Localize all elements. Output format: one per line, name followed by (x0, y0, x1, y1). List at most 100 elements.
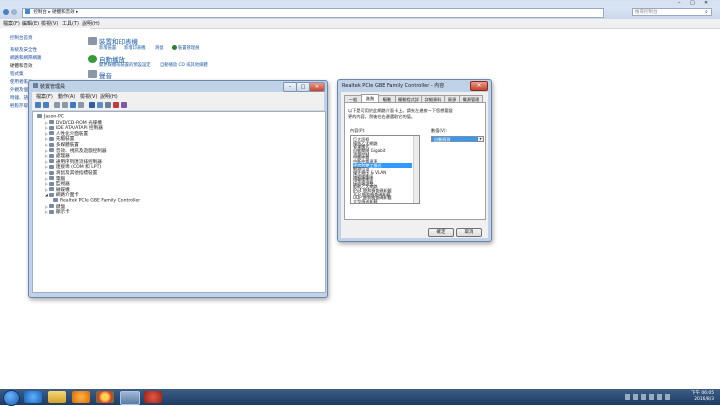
property-item[interactable]: 大型傳送卸載 (353, 199, 412, 203)
menu-edit[interactable]: 編輯(E) (22, 20, 39, 27)
link-add-device[interactable]: 新增裝置 (99, 45, 116, 51)
scan-hardware-icon[interactable] (97, 102, 103, 108)
breadcrumb-item[interactable]: 硬體和音效 (52, 10, 75, 15)
list-icon[interactable] (78, 102, 84, 108)
view-icon[interactable] (62, 102, 68, 108)
start-button[interactable] (3, 390, 20, 406)
sidebar-item-system[interactable]: 系統及安全性 (10, 47, 37, 53)
sidebar-item-programs[interactable]: 程式集 (10, 71, 24, 77)
breadcrumb-item[interactable]: 控制台 (33, 10, 47, 15)
close-button[interactable]: ✕ (470, 81, 488, 91)
control-panel-icon (25, 9, 30, 14)
device-icon (48, 164, 54, 169)
media-player-icon[interactable] (72, 391, 90, 403)
section-title-sound[interactable]: 聲音 (99, 70, 112, 80)
value-dropdown[interactable]: 自動偵測 ▾ (431, 136, 484, 142)
properties-dialog: Realtek PCIe GBE Family Controller - 內容 … (337, 79, 492, 242)
device-manager-window: 裝置管理員 – □ ✕ 檔案(F) 動作(A) 檢視(V) 說明(H) Jaso… (28, 80, 328, 298)
back-icon[interactable] (35, 102, 41, 108)
link-autoplay-defaults[interactable]: 變更媒體或裝置的預設設定 (99, 62, 151, 68)
maximize-button[interactable]: □ (296, 82, 310, 92)
toolbar (32, 100, 324, 111)
chevron-down-icon[interactable]: ▾ (478, 137, 483, 141)
forward-icon[interactable] (43, 102, 49, 108)
device-icon (48, 125, 54, 130)
sidebar-item-home[interactable]: 控制台首頁 (10, 35, 33, 41)
tree-item-label: 顯示卡 (55, 210, 70, 216)
dialog-title: Realtek PCIe GBE Family Controller - 內容 (342, 83, 445, 89)
back-icon[interactable] (3, 9, 9, 15)
cancel-button[interactable]: 取消 (456, 228, 482, 237)
uninstall-icon[interactable] (113, 102, 119, 108)
disable-icon[interactable] (105, 102, 111, 108)
device-tree: Jason-PC ▷ DVD/CD-ROM 光碟機 ▷ IDE ATA/ATAPI … (32, 111, 326, 293)
menu-file[interactable]: 檔案(F) (36, 93, 53, 100)
device-icon (48, 142, 54, 147)
property-label: 內容(P): (350, 128, 366, 133)
sidebar-item-ease[interactable]: 輕鬆存取 (10, 103, 28, 109)
chrome-icon[interactable] (96, 391, 114, 403)
scrollbar[interactable] (413, 136, 419, 203)
device-icon (48, 170, 54, 175)
menu-file[interactable]: 檔案(F) (3, 20, 20, 27)
enable-icon[interactable] (121, 102, 127, 108)
update-driver-icon[interactable] (89, 102, 95, 108)
device-icon (48, 148, 54, 153)
close-button[interactable]: ✕ (704, 0, 718, 6)
close-button[interactable]: ✕ (309, 82, 325, 92)
speaker-icon (88, 70, 97, 78)
menu-bar: 檔案(F) 編輯(E) 檢視(V) 工具(T) 說明(H) (0, 19, 720, 29)
menu-view[interactable]: 檢視(V) (41, 20, 58, 27)
minimize-button[interactable]: – (283, 82, 297, 92)
device-icon (48, 181, 54, 186)
clock[interactable]: 下午 06:05 2016/8/3 (691, 391, 714, 403)
menu-view[interactable]: 檢視(V) (80, 93, 97, 100)
link-add-printer[interactable]: 新增印表機 (124, 45, 145, 51)
device-icon (48, 204, 54, 209)
search-icon[interactable]: ⌕ (705, 9, 708, 15)
maximize-button[interactable]: □ (690, 0, 700, 6)
advanced-panel: 以下是可用於此網路介面卡上。請先左邊按一下您想要變 更的內容，然後在右邊選取它的… (344, 102, 486, 220)
sidebar-item-network[interactable]: 網路和網際網路 (10, 55, 42, 61)
clock-date: 2016/8/3 (694, 397, 714, 402)
menu-action[interactable]: 動作(A) (58, 93, 75, 100)
device-icon (48, 153, 54, 158)
minimize-button[interactable]: – (678, 0, 688, 6)
link-mouse[interactable]: 滑鼠 (155, 45, 164, 51)
tree-item[interactable]: Realtek PCIe GBE Family Controller (53, 198, 140, 204)
properties-icon[interactable] (54, 102, 60, 108)
sidebar-item-hardware[interactable]: 硬體和音效 (10, 63, 33, 69)
link-device-manager[interactable]: 裝置管理員 (178, 45, 199, 51)
device-icon (48, 176, 54, 181)
device-manager-icon (33, 83, 38, 88)
search-input[interactable]: 搜尋控制台 (632, 8, 712, 16)
device-icon (48, 209, 54, 214)
menu-tools[interactable]: 工具(T) (62, 20, 79, 27)
menu-help[interactable]: 說明(H) (82, 20, 100, 27)
help-icon[interactable] (70, 102, 76, 108)
ok-button[interactable]: 確定 (428, 228, 454, 237)
device-icon (48, 120, 54, 125)
device-icon (48, 192, 54, 197)
value-selected: 自動偵測 (434, 137, 451, 142)
property-list[interactable]: 巨大訊框 綠色乙太網路 省電模式 自動關閉 Gigabit 流量控制 中斷仲裁 中斷仲裁速率… (350, 135, 420, 204)
taskbar: 下午 06:05 2016/8/3 (0, 389, 720, 406)
tree-item-label: Realtek PCIe GBE Family Controller (60, 198, 141, 204)
breadcrumb[interactable]: 控制台 ▸ 硬體和音效 ▸ (22, 8, 604, 18)
computer-icon (37, 114, 42, 118)
address-bar: 控制台 ▸ 硬體和音效 ▸ 搜尋控制台 ⌕ (0, 6, 720, 20)
ie-icon[interactable] (24, 391, 42, 403)
window-title: 裝置管理員 (40, 84, 66, 90)
tree-item[interactable]: ▷ 顯示卡 (45, 209, 70, 215)
app-icon[interactable] (144, 391, 162, 403)
forward-icon[interactable] (11, 9, 17, 15)
printer-icon (88, 37, 97, 45)
device-manager-task-icon[interactable] (120, 391, 140, 405)
explorer-icon[interactable] (48, 391, 66, 403)
menu-help[interactable]: 說明(H) (100, 93, 118, 100)
device-icon (48, 131, 54, 136)
device-icon (48, 159, 54, 164)
device-icon (48, 136, 54, 141)
link-autoplay-cd[interactable]: 自動播放 CD 或其他媒體 (160, 62, 208, 68)
value-label: 數值(V): (431, 128, 447, 133)
